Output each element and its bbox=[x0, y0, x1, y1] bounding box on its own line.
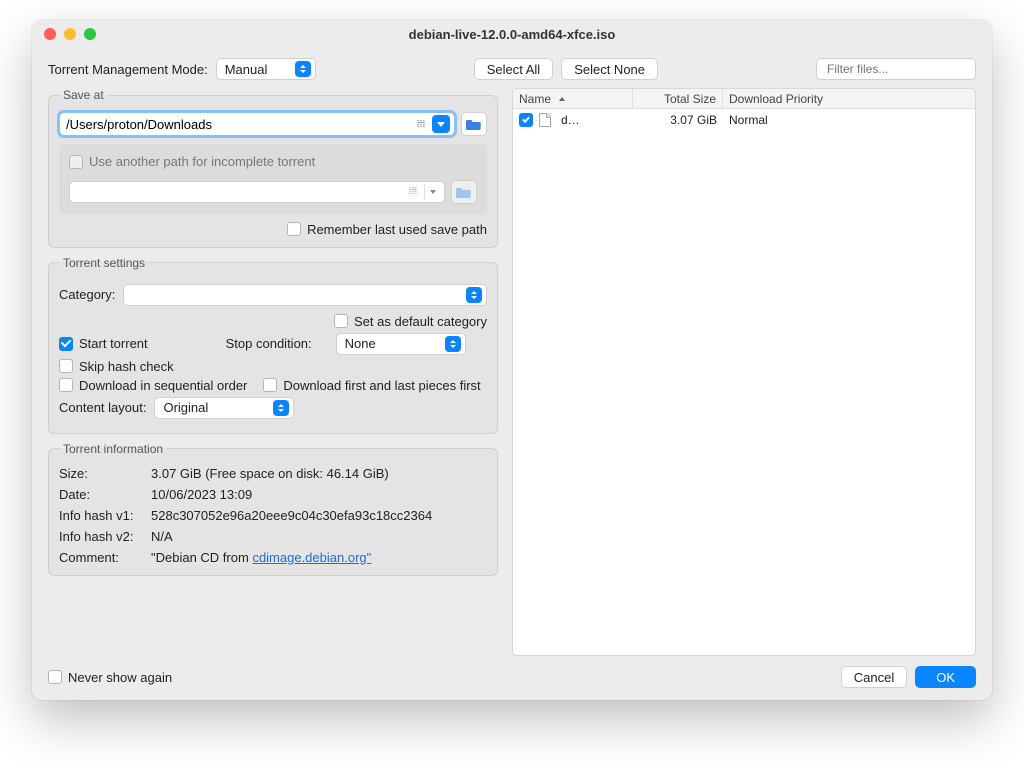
file-priority[interactable]: Normal bbox=[723, 113, 975, 127]
save-at-group: Save at 𝍄 U bbox=[48, 88, 498, 248]
info-size-label: Size: bbox=[59, 466, 151, 481]
use-another-path-checkbox[interactable]: Use another path for incomplete torrent bbox=[69, 154, 315, 169]
file-icon bbox=[539, 113, 551, 127]
mode-select[interactable]: Manual bbox=[216, 58, 316, 80]
updown-icon bbox=[445, 336, 461, 352]
select-all-button[interactable]: Select All bbox=[474, 58, 553, 80]
info-hash1-value: 528c307052e96a20eee9c04c30efa93c18cc2364 bbox=[151, 508, 487, 523]
folder-icon bbox=[466, 118, 482, 130]
mode-value: Manual bbox=[225, 62, 268, 77]
info-date-label: Date: bbox=[59, 487, 151, 502]
info-date-value: 10/06/2023 13:09 bbox=[151, 487, 487, 502]
checkbox-icon bbox=[59, 337, 73, 351]
category-select[interactable] bbox=[123, 284, 487, 306]
checkbox-icon bbox=[69, 155, 83, 169]
file-size: 3.07 GiB bbox=[633, 113, 723, 127]
content-layout-select[interactable]: Original bbox=[154, 397, 294, 419]
stop-condition-select[interactable]: None bbox=[336, 333, 466, 355]
dialog-window: debian-live-12.0.0-amd64-xfce.iso Torren… bbox=[32, 20, 992, 700]
checkbox-icon bbox=[263, 378, 277, 392]
default-category-checkbox[interactable]: Set as default category bbox=[334, 314, 487, 329]
ok-button[interactable]: OK bbox=[915, 666, 976, 688]
cancel-button[interactable]: Cancel bbox=[841, 666, 907, 688]
never-show-checkbox[interactable]: Never show again bbox=[48, 670, 172, 685]
comment-link[interactable]: cdimage.debian.org" bbox=[252, 550, 371, 565]
filter-files-field[interactable] bbox=[816, 58, 976, 80]
firstlast-checkbox[interactable]: Download first and last pieces first bbox=[263, 378, 480, 393]
info-comment-value: "Debian CD from cdimage.debian.org" bbox=[151, 550, 487, 565]
torrent-settings-group: Torrent settings Category: Set as defaul… bbox=[48, 256, 498, 434]
select-none-button[interactable]: Select None bbox=[561, 58, 658, 80]
col-name[interactable]: Name bbox=[513, 89, 633, 108]
checkbox-icon bbox=[48, 670, 62, 684]
checkbox-icon bbox=[287, 222, 301, 236]
browse-save-path-button[interactable] bbox=[461, 112, 487, 136]
browse-incomplete-path-button bbox=[451, 180, 477, 204]
file-name: d… bbox=[561, 113, 580, 127]
history-icon[interactable]: 𝍄 bbox=[414, 119, 428, 130]
updown-icon bbox=[466, 287, 482, 303]
torrent-info-group: Torrent information Size: 3.07 GiB (Free… bbox=[48, 442, 498, 576]
incomplete-path-field: 𝍄 bbox=[69, 181, 445, 203]
checkbox-icon bbox=[59, 378, 73, 392]
stop-condition-label: Stop condition: bbox=[226, 336, 312, 351]
folder-icon bbox=[456, 186, 472, 198]
info-legend: Torrent information bbox=[59, 442, 167, 456]
skip-hash-checkbox[interactable]: Skip hash check bbox=[59, 359, 174, 374]
window-title: debian-live-12.0.0-amd64-xfce.iso bbox=[32, 27, 992, 42]
category-label: Category: bbox=[59, 287, 115, 302]
content-layout-label: Content layout: bbox=[59, 400, 146, 415]
stop-condition-value: None bbox=[345, 336, 376, 351]
titlebar: debian-live-12.0.0-amd64-xfce.iso bbox=[32, 20, 992, 48]
updown-icon bbox=[273, 400, 289, 416]
chevron-down-icon[interactable] bbox=[432, 115, 450, 133]
save-at-legend: Save at bbox=[59, 88, 108, 102]
info-comment-label: Comment: bbox=[59, 550, 151, 565]
info-size-value: 3.07 GiB (Free space on disk: 46.14 GiB) bbox=[151, 466, 487, 481]
info-hash1-label: Info hash v1: bbox=[59, 508, 151, 523]
incomplete-path-panel: Use another path for incomplete torrent … bbox=[59, 144, 487, 214]
filter-files-input[interactable] bbox=[827, 62, 982, 76]
settings-legend: Torrent settings bbox=[59, 256, 149, 270]
info-hash2-label: Info hash v2: bbox=[59, 529, 151, 544]
file-table: Name Total Size Download Priority d… 3.0… bbox=[512, 88, 976, 656]
chevron-down-icon bbox=[424, 184, 440, 200]
table-row[interactable]: d… 3.07 GiB Normal bbox=[513, 109, 975, 131]
col-total-size[interactable]: Total Size bbox=[633, 89, 723, 108]
info-hash2-value: N/A bbox=[151, 529, 487, 544]
file-table-header: Name Total Size Download Priority bbox=[513, 89, 975, 109]
history-icon: 𝍄 bbox=[406, 186, 420, 197]
checkbox-icon bbox=[334, 314, 348, 328]
save-path-input[interactable] bbox=[66, 117, 414, 132]
col-priority[interactable]: Download Priority bbox=[723, 89, 975, 108]
row-checkbox[interactable] bbox=[519, 113, 533, 127]
save-path-field[interactable]: 𝍄 bbox=[59, 112, 455, 136]
content-layout-value: Original bbox=[163, 400, 208, 415]
start-torrent-checkbox[interactable]: Start torrent bbox=[59, 336, 148, 351]
mode-label: Torrent Management Mode: bbox=[48, 62, 208, 77]
checkbox-icon bbox=[59, 359, 73, 373]
updown-icon bbox=[295, 61, 311, 77]
remember-path-checkbox[interactable]: Remember last used save path bbox=[287, 222, 487, 237]
sequential-checkbox[interactable]: Download in sequential order bbox=[59, 378, 247, 393]
